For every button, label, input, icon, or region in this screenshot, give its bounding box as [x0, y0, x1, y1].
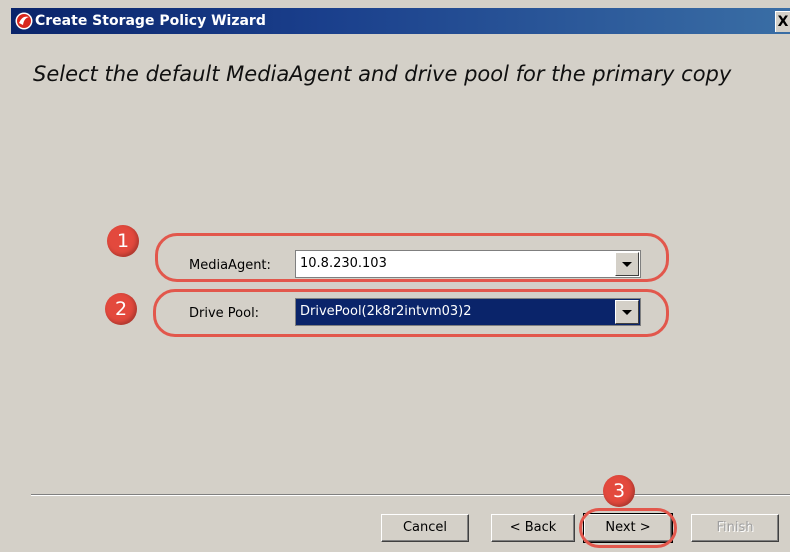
- app-logo-icon: [15, 12, 33, 30]
- chevron-down-icon[interactable]: [615, 300, 639, 324]
- page-heading: Select the default MediaAgent and drive …: [33, 62, 732, 86]
- annotation-badge-2: 2: [105, 293, 137, 325]
- drive-pool-dropdown[interactable]: DrivePool(2k8r2intvm03)2: [295, 298, 641, 326]
- finish-button: Finish: [691, 514, 779, 542]
- annotation-badge-1: 1: [107, 225, 139, 257]
- annotation-badge-3: 3: [603, 475, 635, 507]
- cancel-button[interactable]: Cancel: [381, 514, 469, 542]
- window-title: Create Storage Policy Wizard: [35, 13, 266, 29]
- title-bar[interactable]: Create Storage Policy Wizard X: [11, 8, 790, 34]
- footer-divider: [31, 494, 790, 496]
- back-button[interactable]: < Back: [491, 514, 575, 542]
- media-agent-value: 10.8.230.103: [300, 256, 387, 271]
- close-button[interactable]: X: [775, 11, 790, 32]
- drive-pool-value: DrivePool(2k8r2intvm03)2: [300, 304, 472, 319]
- wizard-body: Select the default MediaAgent and drive …: [11, 34, 790, 552]
- annotation-outline-3: [579, 508, 677, 548]
- media-agent-label: MediaAgent:: [189, 258, 271, 273]
- media-agent-dropdown[interactable]: 10.8.230.103: [295, 250, 641, 278]
- drive-pool-label: Drive Pool:: [189, 306, 260, 321]
- chevron-down-icon[interactable]: [615, 252, 639, 276]
- wizard-window: Create Storage Policy Wizard X Select th…: [0, 0, 790, 552]
